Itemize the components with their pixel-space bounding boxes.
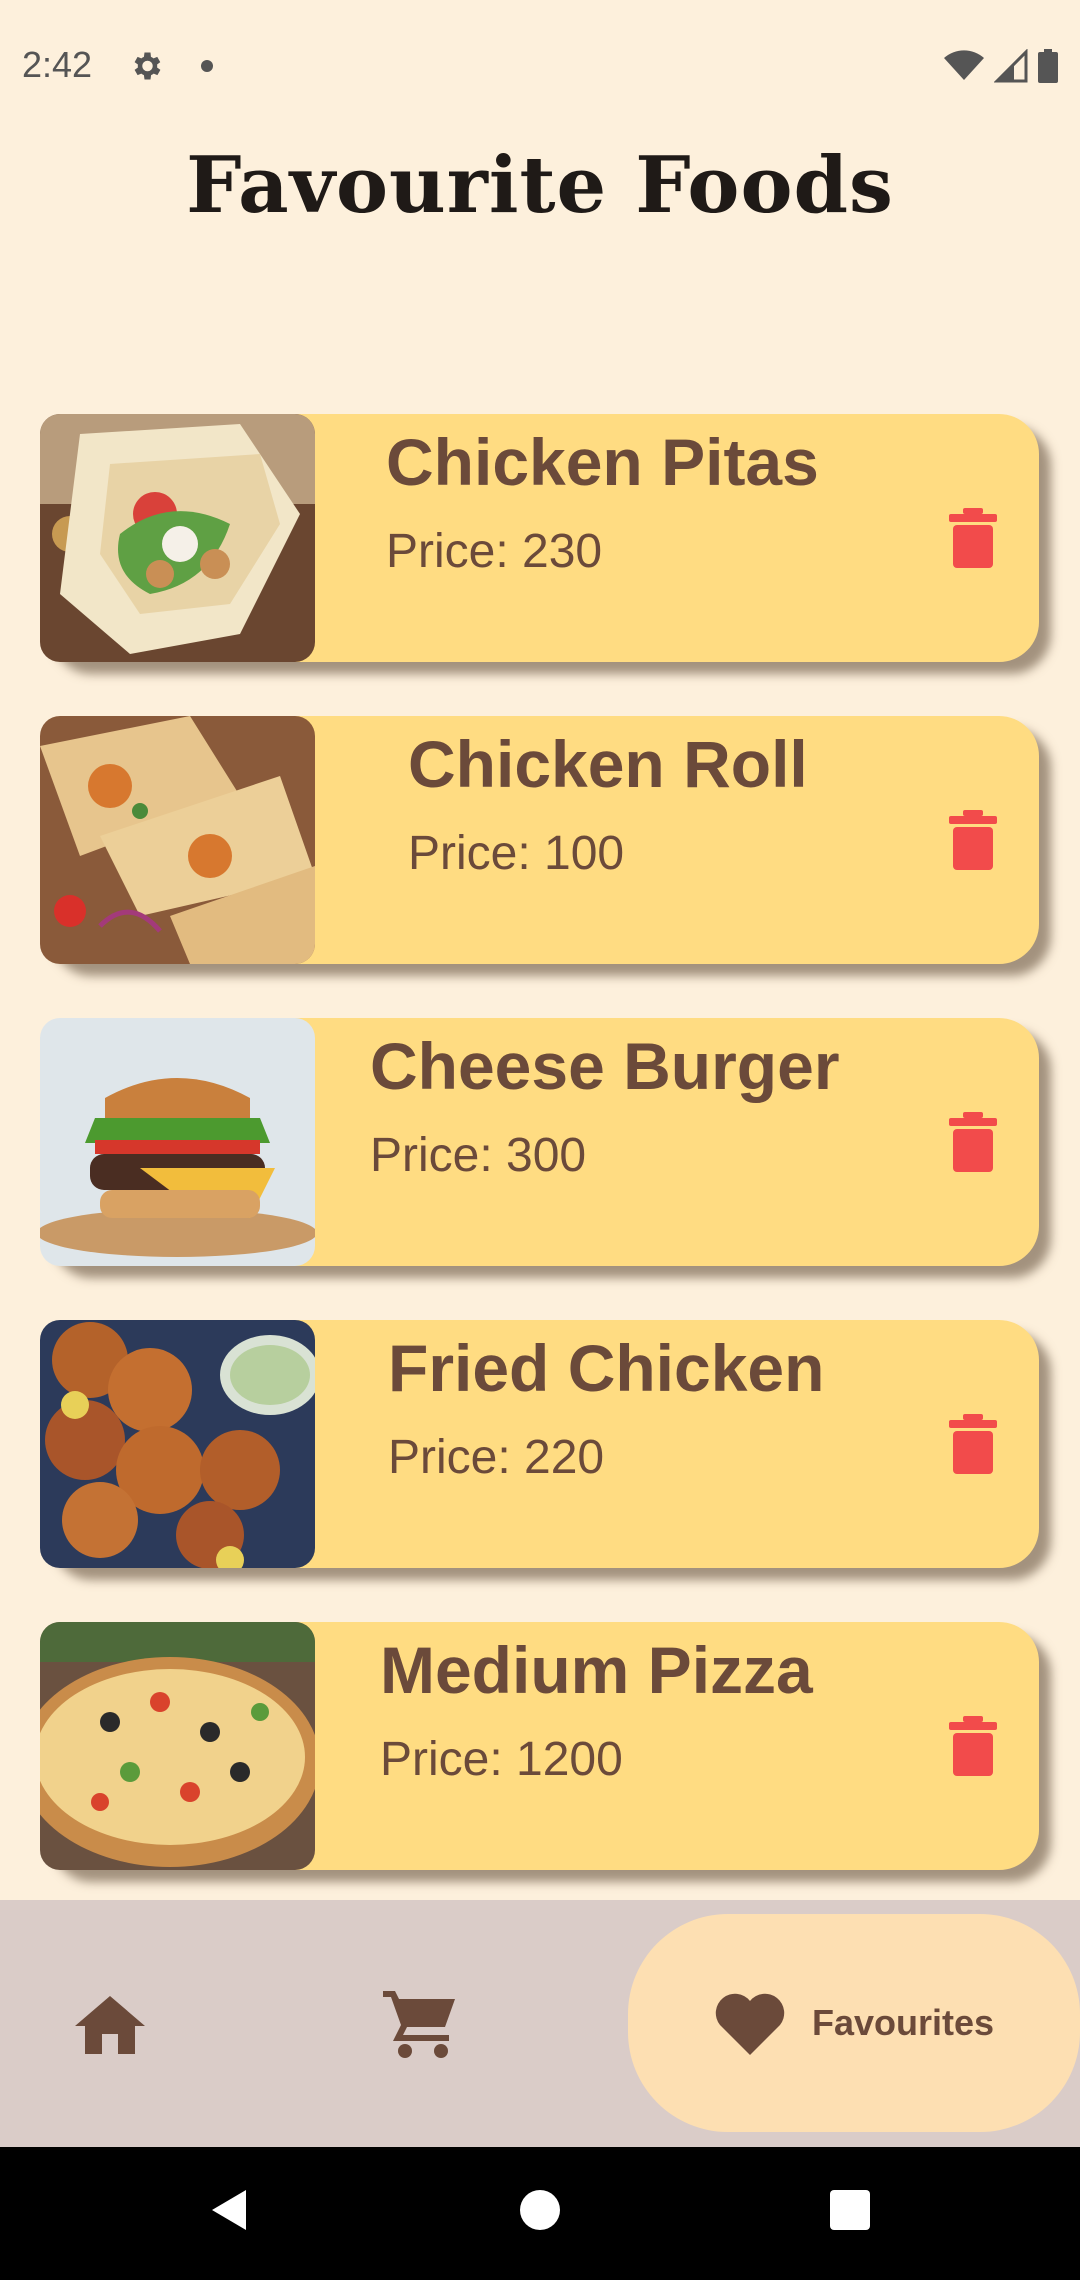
home-icon (75, 1995, 145, 2054)
notification-dot-icon (201, 60, 213, 72)
system-navigation-bar (0, 2147, 1080, 2280)
settings-gear-icon (134, 52, 161, 80)
food-image-medium-pizza (40, 1622, 315, 1870)
food-image-chicken-roll (40, 716, 315, 964)
food-card[interactable]: Fried Chicken Price: 220 (40, 1320, 1039, 1568)
food-image-chicken-pitas (40, 414, 315, 662)
food-name: Chicken Roll (408, 727, 808, 801)
food-name: Fried Chicken (388, 1331, 825, 1405)
signal-icon (994, 49, 1028, 83)
food-price: Price: 300 (370, 1129, 587, 1182)
food-name: Medium Pizza (380, 1633, 813, 1707)
nav-cart[interactable] (370, 1900, 470, 2147)
status-bar: 2:42 (0, 0, 1080, 130)
recents-icon[interactable] (828, 2185, 872, 2235)
food-image-fried-chicken (40, 1320, 315, 1568)
status-time: 2:42 (22, 44, 93, 85)
food-price: Price: 220 (388, 1431, 605, 1484)
delete-icon[interactable] (949, 1112, 997, 1172)
nav-favourites-label: Favourites (811, 2002, 995, 2043)
heart-icon (715, 1993, 785, 2055)
bottom-navigation: Favourites (0, 1900, 1080, 2147)
food-price: Price: 1200 (380, 1733, 623, 1786)
food-card[interactable]: Chicken Roll Price: 100 (40, 716, 1039, 964)
back-icon[interactable] (204, 2185, 254, 2235)
delete-icon[interactable] (949, 508, 997, 568)
nav-home[interactable] (60, 1900, 160, 2147)
delete-icon[interactable] (949, 810, 997, 870)
food-name: Cheese Burger (370, 1029, 840, 1103)
food-card[interactable]: Cheese Burger Price: 300 (40, 1018, 1039, 1266)
battery-icon (1038, 49, 1058, 83)
home-circle-icon[interactable] (518, 2185, 562, 2235)
wifi-icon (944, 50, 984, 80)
nav-favourites[interactable]: Favourites (628, 1914, 1080, 2132)
food-price: Price: 100 (408, 827, 625, 880)
food-card[interactable]: Medium Pizza Price: 1200 (40, 1622, 1039, 1870)
food-price: Price: 230 (386, 525, 603, 578)
food-name: Chicken Pitas (386, 425, 819, 499)
delete-icon[interactable] (949, 1414, 997, 1474)
food-card[interactable]: Chicken Pitas Price: 230 (40, 414, 1039, 662)
cart-icon (383, 1990, 455, 2058)
delete-icon[interactable] (949, 1716, 997, 1776)
page-title: Favourite Foods (186, 140, 894, 231)
food-image-cheese-burger (40, 1018, 315, 1266)
